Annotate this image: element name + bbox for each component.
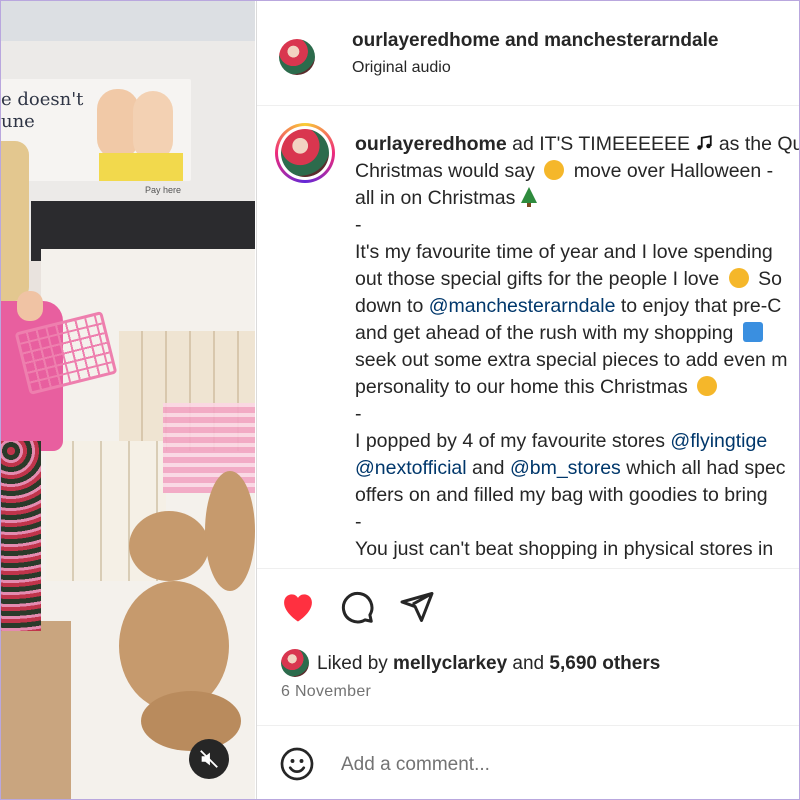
person-dress bbox=[1, 441, 41, 631]
billboard-shirt bbox=[99, 153, 183, 181]
teddy-bear bbox=[141, 691, 241, 751]
mute-button[interactable] bbox=[189, 739, 229, 779]
star-struck-emoji-icon bbox=[697, 376, 718, 396]
liker-avatar[interactable] bbox=[281, 649, 309, 677]
post-media[interactable]: e doesn't une Pay here bbox=[1, 1, 255, 799]
caption-avatar[interactable] bbox=[281, 129, 329, 177]
paper-plane-icon bbox=[400, 592, 434, 622]
christmas-tree-icon bbox=[520, 187, 537, 207]
share-button[interactable] bbox=[399, 589, 435, 630]
mention-nextofficial[interactable]: @nextofficial bbox=[355, 457, 467, 479]
post-details-pane: ourlayeredhome and manchesterarndale Ori… bbox=[256, 1, 800, 799]
comment-bubble-icon bbox=[341, 591, 374, 624]
billboard-face bbox=[133, 91, 173, 161]
smiley-icon bbox=[280, 747, 314, 781]
post-window: e doesn't une Pay here ourlayeredhome an… bbox=[0, 0, 800, 800]
comment-bar bbox=[257, 725, 799, 799]
pay-here-sign: Pay here bbox=[145, 185, 182, 195]
person-hand bbox=[17, 291, 43, 321]
post-caption: ourlayeredhome ad IT'S TIMEEEEEE as the … bbox=[355, 133, 800, 560]
audio-label[interactable]: Original audio bbox=[352, 59, 451, 77]
speaker-muted-icon bbox=[200, 750, 218, 768]
likes-summary[interactable]: Liked by mellyclarkey and 5,690 others bbox=[317, 653, 660, 675]
liker-username[interactable]: mellyclarkey bbox=[393, 653, 507, 674]
teddy-bear bbox=[129, 511, 209, 581]
collab-usernames[interactable]: ourlayeredhome and manchesterarndale bbox=[352, 30, 718, 52]
post-date[interactable]: 6 November bbox=[281, 683, 371, 701]
ceiling bbox=[1, 1, 255, 41]
mention-bm-stores[interactable]: @bm_stores bbox=[510, 457, 621, 479]
mention-flyingtiger[interactable]: @flyingtige bbox=[670, 430, 767, 452]
heart-filled-icon bbox=[284, 594, 312, 622]
person-hair bbox=[1, 141, 29, 301]
author-avatar[interactable] bbox=[279, 39, 315, 75]
post-header: ourlayeredhome and manchesterarndale Ori… bbox=[257, 1, 799, 106]
caption-username[interactable]: ourlayeredhome bbox=[355, 133, 507, 155]
music-note-icon bbox=[697, 135, 713, 150]
shopping-bags-emoji-icon bbox=[742, 322, 763, 342]
like-button[interactable] bbox=[279, 589, 317, 628]
billboard-text: e doesn't une bbox=[1, 89, 84, 132]
comment-button[interactable] bbox=[339, 589, 375, 630]
likes-count[interactable]: 5,690 others bbox=[549, 653, 660, 674]
comment-input[interactable] bbox=[339, 750, 783, 780]
emoji-picker-button[interactable] bbox=[279, 746, 315, 787]
mention-manchesterarndale[interactable]: @manchesterarndale bbox=[429, 295, 616, 317]
smiling-hearts-emoji-icon bbox=[728, 268, 749, 288]
floor bbox=[1, 621, 71, 799]
store-billboard: e doesn't une bbox=[1, 79, 191, 181]
story-ring[interactable] bbox=[275, 123, 335, 183]
teddy-bear bbox=[119, 581, 229, 711]
shushing-face-emoji-icon bbox=[544, 160, 565, 180]
teddy-bear bbox=[205, 471, 255, 591]
